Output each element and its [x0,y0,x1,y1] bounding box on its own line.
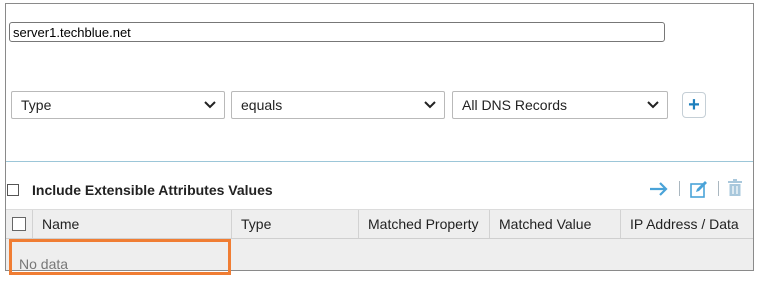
search-panel: Type equals All DNS Records + Include Ex… [5,3,754,275]
select-all-checkbox[interactable] [12,217,26,231]
arrow-right-icon[interactable] [649,180,669,198]
record-type-select-value: All DNS Records [462,97,568,113]
results-table-header: Name Type Matched Property Matched Value… [6,209,753,239]
chevron-down-icon [424,101,436,109]
search-input[interactable] [9,22,665,42]
column-header-type[interactable]: Type [232,210,359,238]
operator-select[interactable]: equals [231,91,445,119]
trash-icon[interactable] [727,179,743,197]
results-table-body: No data [6,239,753,275]
record-type-select[interactable]: All DNS Records [452,91,668,119]
add-filter-button[interactable]: + [682,92,706,118]
operator-select-value: equals [241,97,283,113]
chevron-down-icon [204,101,216,109]
toolbar-divider [679,181,680,196]
plus-icon: + [688,94,700,116]
include-extensible-label: Include Extensible Attributes Values [32,182,273,198]
column-header-name[interactable]: Name [33,210,232,238]
column-header-matched-property[interactable]: Matched Property [359,210,490,238]
toolbar-divider [718,181,719,196]
select-all-cell [6,210,33,238]
column-header-matched-value[interactable]: Matched Value [490,210,621,238]
no-data-message: No data [9,239,231,275]
include-extensible-checkbox[interactable] [7,184,19,196]
edit-icon[interactable] [689,179,709,199]
column-header-ip-address[interactable]: IP Address / Data [621,210,753,238]
search-criteria-panel: Type equals All DNS Records + [6,4,753,162]
chevron-down-icon [647,101,659,109]
field-select-value: Type [21,97,52,113]
field-select[interactable]: Type [11,91,225,119]
